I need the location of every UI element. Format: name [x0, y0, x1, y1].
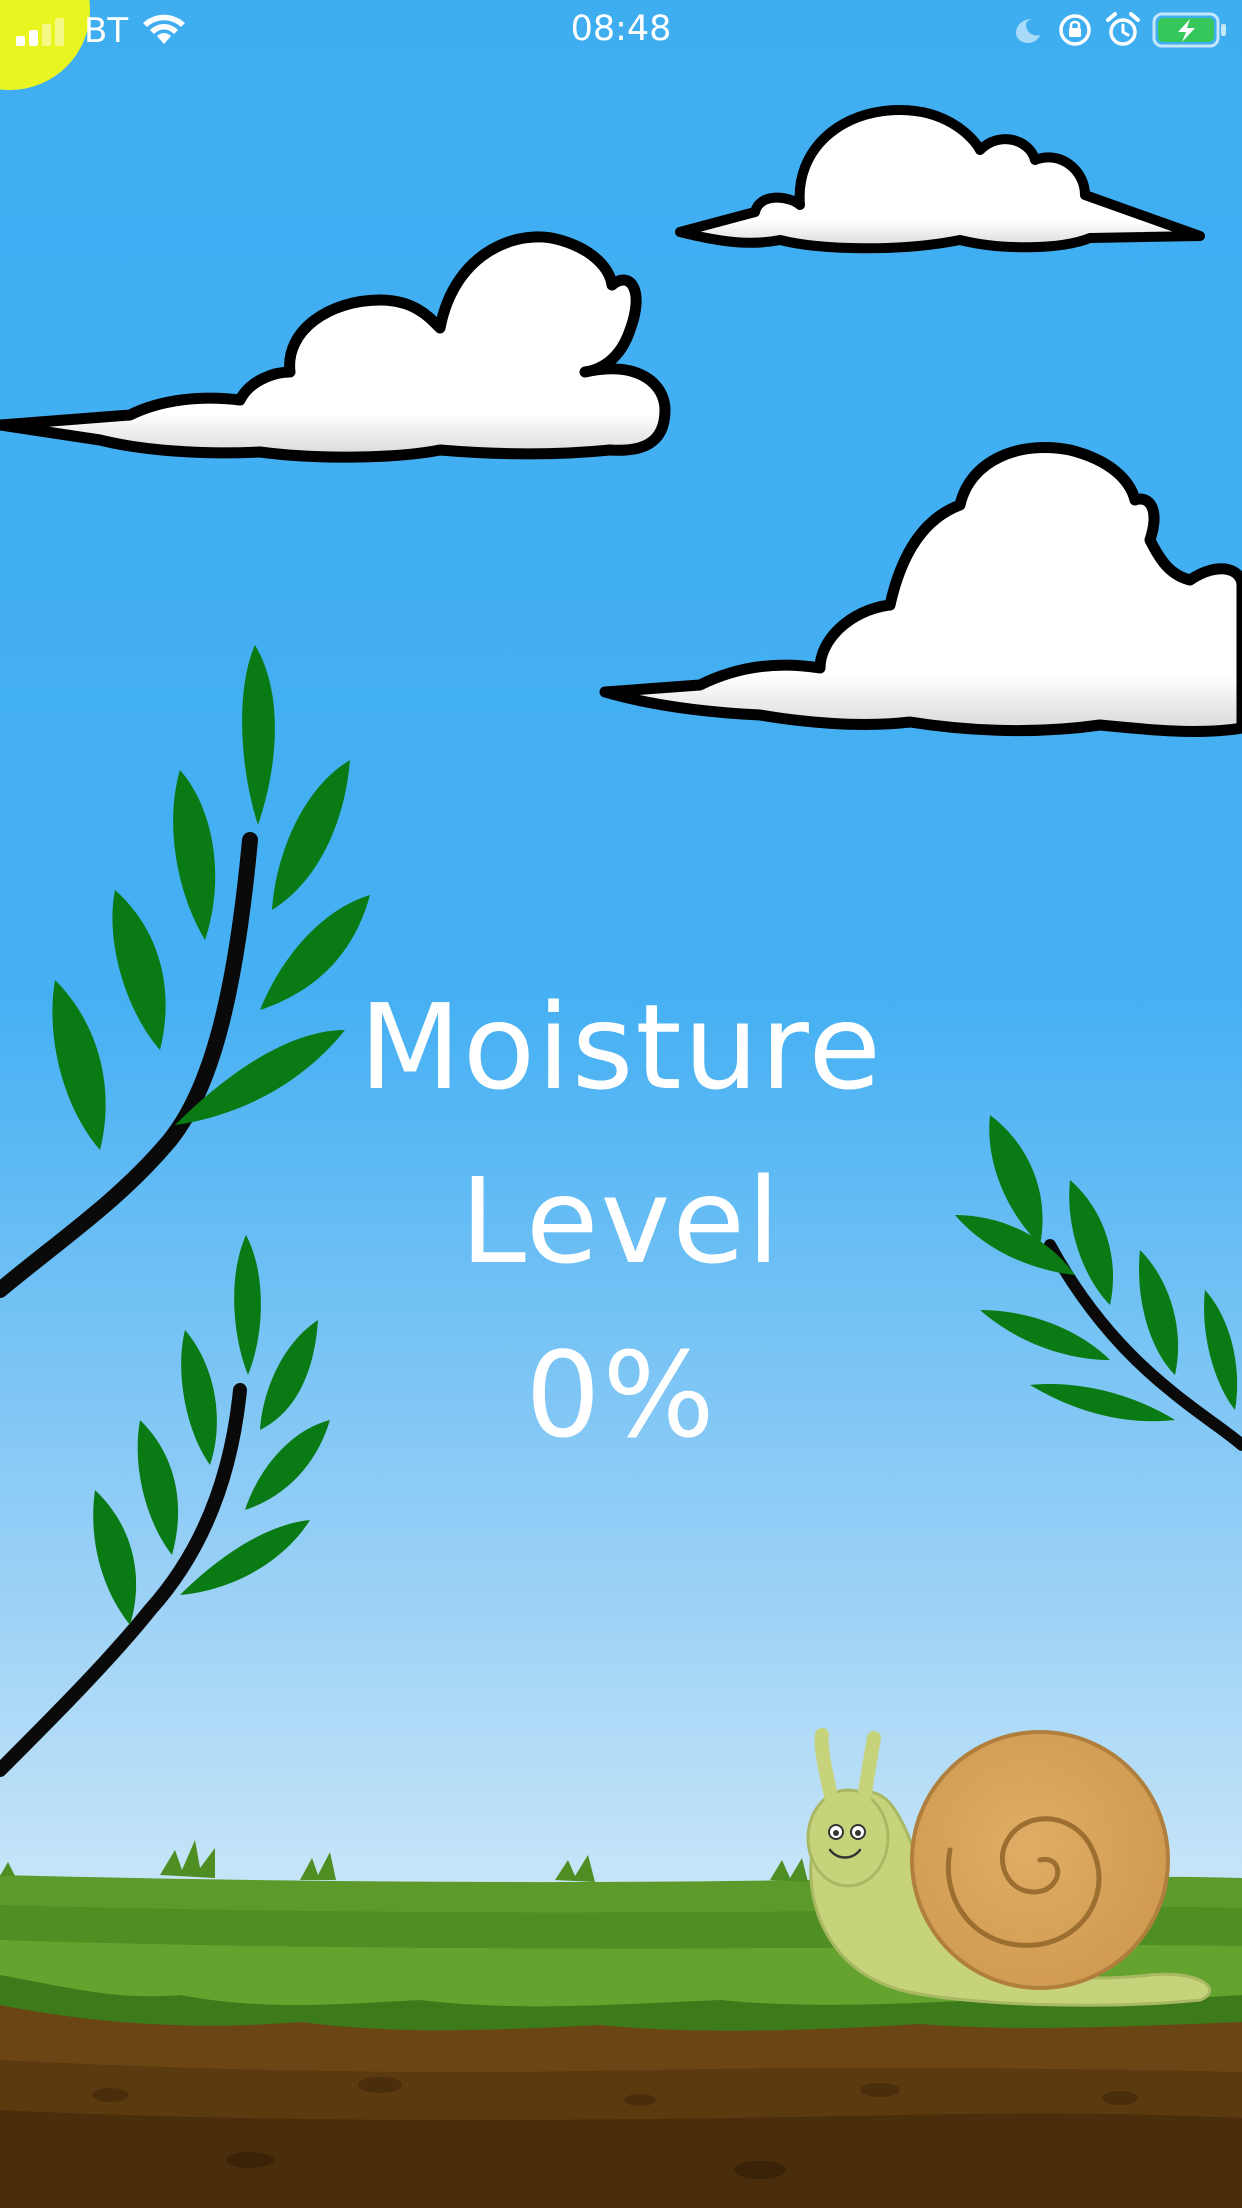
- moon-icon: [1016, 19, 1040, 43]
- moisture-title-line1: Moisture: [359, 978, 883, 1116]
- moisture-title-line2: Level: [460, 1152, 782, 1290]
- moisture-value: 0%: [525, 1326, 717, 1464]
- status-bar: BT 08:48: [0, 0, 1242, 60]
- alarm-icon: [1106, 12, 1140, 46]
- battery-charging-icon: [1152, 12, 1226, 48]
- moisture-readout: Moisture Level 0%: [0, 960, 1242, 1482]
- orientation-lock-icon: [1059, 14, 1091, 46]
- status-time: 08:48: [570, 9, 672, 49]
- garden-scene: BT 08:48 Moisture Level 0%: [0, 0, 1242, 2208]
